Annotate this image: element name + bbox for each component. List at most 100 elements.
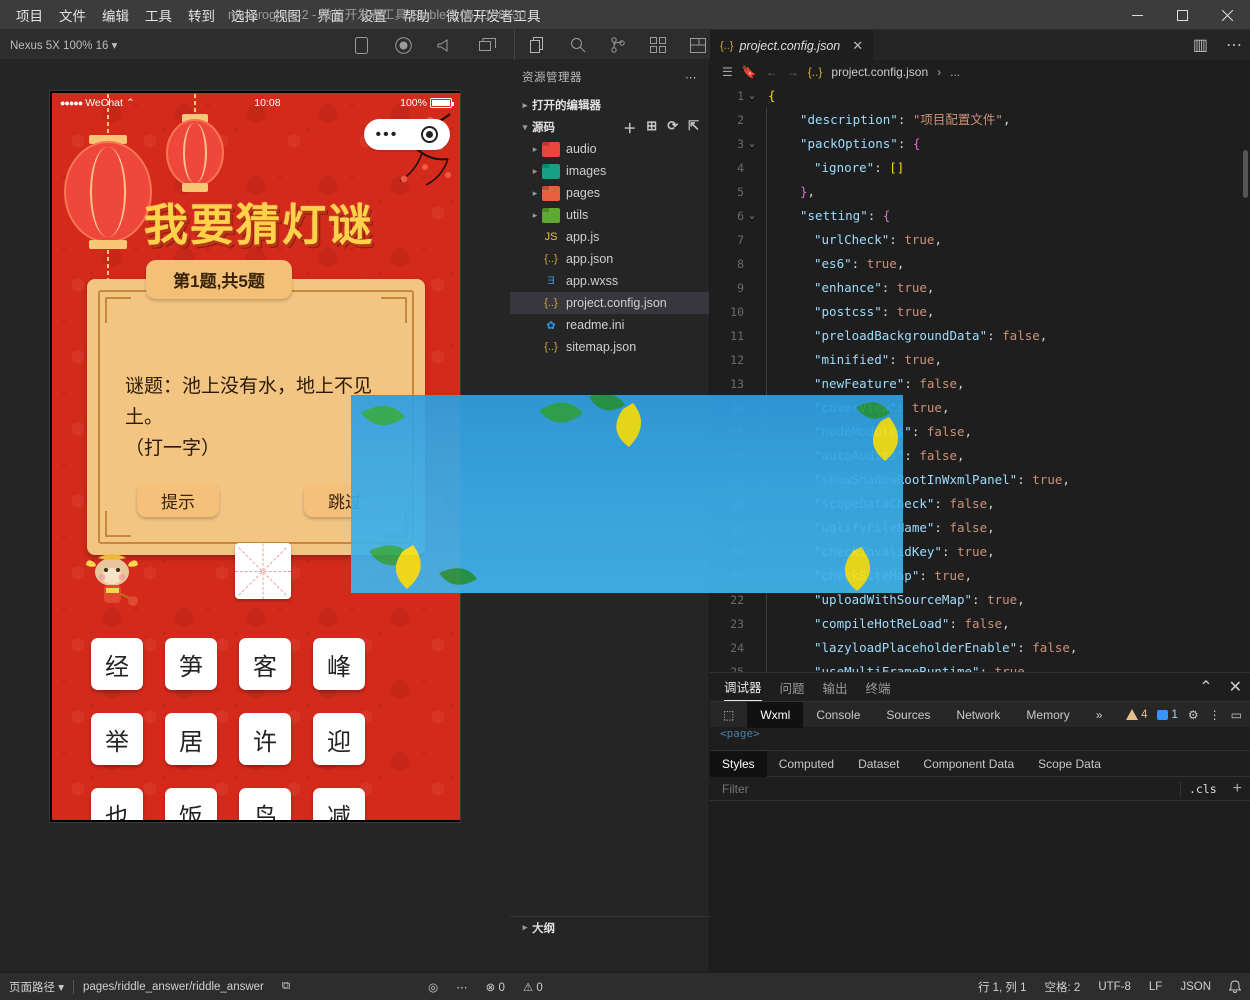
file-item-images[interactable]: ▸images: [510, 160, 709, 182]
hint-button[interactable]: 提示: [137, 483, 219, 517]
menu-item-2[interactable]: 编辑: [94, 1, 137, 29]
debugger-tab-调试器[interactable]: 调试器: [724, 673, 762, 701]
split-icon[interactable]: [689, 36, 707, 54]
char-key[interactable]: 许: [239, 713, 291, 765]
code-line[interactable]: 25"useMultiFrameRuntime": true: [710, 660, 1250, 672]
styles-tab-styles[interactable]: Styles: [710, 751, 767, 777]
files-icon[interactable]: [529, 36, 547, 54]
wxml-tree[interactable]: <page>: [710, 727, 1250, 751]
minimize-button[interactable]: [1115, 0, 1160, 30]
code-line[interactable]: 5},: [710, 180, 1250, 204]
code-line[interactable]: 2"description": "项目配置文件",: [710, 108, 1250, 132]
cls-button[interactable]: .cls: [1180, 782, 1225, 796]
code-line[interactable]: 7"urlCheck": true,: [710, 228, 1250, 252]
outline-section[interactable]: ▸ 大纲: [510, 916, 710, 938]
chevron-right-icon[interactable]: ▸: [528, 210, 542, 221]
breadcrumb-rest[interactable]: ...: [950, 65, 960, 79]
file-item-app-json[interactable]: {..}app.json: [510, 248, 709, 270]
toggle-outline-icon[interactable]: ☰: [722, 65, 733, 79]
code-line[interactable]: 13"newFeature": false,: [710, 372, 1250, 396]
answer-slot[interactable]: [235, 543, 291, 599]
debugger-tab-问题[interactable]: 问题: [780, 678, 805, 697]
new-folder-icon[interactable]: ⊞: [646, 118, 657, 137]
char-key[interactable]: 客: [239, 638, 291, 690]
code-line[interactable]: 10"postcss": true,: [710, 300, 1250, 324]
devtools-tab-sources[interactable]: Sources: [873, 702, 943, 728]
language-mode[interactable]: JSON: [1171, 973, 1220, 1000]
explorer-more-icon[interactable]: ⋯: [685, 70, 697, 84]
code-line[interactable]: 24"lazyloadPlaceholderEnable": false,: [710, 636, 1250, 660]
code-line[interactable]: 3⌄"packOptions": {: [710, 132, 1250, 156]
collapse-panel-icon[interactable]: ⌃: [1199, 677, 1212, 697]
simulator-device-select[interactable]: Nexus 5X 100% 16 ▾: [0, 38, 117, 52]
code-line[interactable]: 23"compileHotReLoad": false,: [710, 612, 1250, 636]
char-key[interactable]: 居: [165, 713, 217, 765]
error-count[interactable]: ⊗ 0: [477, 973, 514, 1000]
devtools-tab-wxml[interactable]: Wxml: [747, 702, 803, 728]
maximize-button[interactable]: [1160, 0, 1205, 30]
tab-project-config-json[interactable]: {..} project.config.json ✕: [710, 30, 873, 60]
code-line[interactable]: 1⌄{: [710, 84, 1250, 108]
warning-badge[interactable]: 4: [1126, 709, 1147, 721]
sound-icon[interactable]: [436, 36, 454, 54]
debugger-tab-输出[interactable]: 输出: [823, 678, 848, 697]
char-key[interactable]: 迎: [313, 713, 365, 765]
collapse-all-icon[interactable]: ⇱: [688, 118, 699, 137]
warning-count-status[interactable]: ⚠ 0: [514, 973, 552, 1000]
debugger-tab-终端[interactable]: 终端: [866, 678, 891, 697]
clipboard-icon[interactable]: [478, 36, 496, 54]
file-item-readme-ini[interactable]: ✿readme.ini: [510, 314, 709, 336]
search-icon[interactable]: [569, 36, 587, 54]
dock-icon[interactable]: ▭: [1231, 708, 1242, 722]
styles-tab-computed[interactable]: Computed: [767, 751, 846, 777]
styles-tab-component-data[interactable]: Component Data: [911, 751, 1026, 777]
menu-item-4[interactable]: 转到: [180, 1, 223, 29]
cursor-position[interactable]: 行 1, 列 1: [969, 973, 1036, 1000]
menu-item-3[interactable]: 工具: [137, 1, 180, 29]
file-item-audio[interactable]: ▸audio: [510, 138, 709, 160]
devtools-overflow-icon[interactable]: »: [1083, 702, 1116, 728]
fold-chevron-icon[interactable]: ⌄: [744, 204, 760, 228]
copy-icon[interactable]: ⧉: [273, 973, 299, 1000]
chevron-right-icon[interactable]: ▸: [528, 166, 542, 177]
styles-filter-input[interactable]: [710, 782, 1180, 796]
eol-setting[interactable]: LF: [1140, 973, 1171, 1000]
status-more-icon[interactable]: ⋯: [447, 973, 477, 1000]
preview-eye-icon[interactable]: ◎: [419, 973, 447, 1000]
file-item-sitemap-json[interactable]: {..}sitemap.json: [510, 336, 709, 358]
code-line[interactable]: 4"ignore": []: [710, 156, 1250, 180]
close-button[interactable]: [1205, 0, 1250, 30]
breadcrumb-file[interactable]: project.config.json: [831, 65, 928, 79]
tab-close-icon[interactable]: ✕: [852, 38, 863, 54]
file-item-project-config-json[interactable]: {..}project.config.json: [510, 292, 709, 314]
styles-tab-scope-data[interactable]: Scope Data: [1026, 751, 1113, 777]
notification-bell-icon[interactable]: [1220, 973, 1250, 1000]
char-key[interactable]: 也: [91, 788, 143, 820]
close-panel-icon[interactable]: ✕: [1229, 677, 1242, 697]
file-item-app-js[interactable]: JSapp.js: [510, 226, 709, 248]
code-line[interactable]: 9"enhance": true,: [710, 276, 1250, 300]
wxml-root-node[interactable]: <page>: [720, 727, 760, 740]
extensions-icon[interactable]: [649, 36, 667, 54]
file-item-pages[interactable]: ▸pages: [510, 182, 709, 204]
source-control-icon[interactable]: [609, 36, 627, 54]
indent-setting[interactable]: 空格: 2: [1036, 973, 1090, 1000]
char-key[interactable]: 减: [313, 788, 365, 820]
split-editor-icon[interactable]: ▥: [1193, 35, 1208, 55]
open-editors-section[interactable]: ▸ 打开的编辑器: [510, 94, 709, 116]
page-path-dropdown[interactable]: 页面路径 ▾: [0, 973, 73, 1000]
refresh-icon[interactable]: ⟳: [667, 118, 678, 137]
back-icon[interactable]: ←: [766, 65, 778, 79]
chevron-right-icon[interactable]: ▸: [528, 144, 542, 155]
gear-icon[interactable]: ⚙: [1188, 708, 1199, 722]
inspect-element-icon[interactable]: ⬚: [710, 702, 747, 728]
info-badge[interactable]: 1: [1157, 709, 1177, 721]
phone-icon[interactable]: [352, 36, 370, 54]
encoding[interactable]: UTF-8: [1089, 973, 1140, 1000]
code-line[interactable]: 11"preloadBackgroundData": false,: [710, 324, 1250, 348]
kebab-menu-icon[interactable]: ⋮: [1209, 708, 1221, 722]
forward-icon[interactable]: →: [787, 65, 799, 79]
source-section[interactable]: ▾ 源码 ＋ ⊞ ⟳ ⇱: [510, 116, 709, 138]
code-line[interactable]: 8"es6": true,: [710, 252, 1250, 276]
fold-chevron-icon[interactable]: ⌄: [744, 132, 760, 156]
